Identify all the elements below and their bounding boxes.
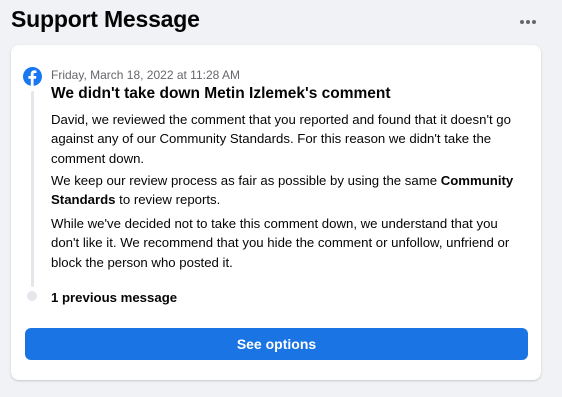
facebook-logo-icon [23,67,42,86]
message-paragraph-2: We keep our review process as fair as po… [51,171,529,210]
previous-messages-link[interactable]: 1 previous message [51,290,177,305]
message-headline: We didn't take down Metin Izlemek's comm… [51,85,391,102]
message-card: Friday, March 18, 2022 at 11:28 AM We di… [11,45,541,380]
message-paragraph-1: David, we reviewed the comment that you … [51,112,511,166]
more-options-button[interactable] [516,12,540,32]
message-timestamp: Friday, March 18, 2022 at 11:28 AM [51,68,240,82]
message-paragraph-3: While we've decided not to take this com… [51,216,510,270]
timeline-dot [27,291,37,301]
more-horizontal-icon [520,20,536,24]
see-options-button[interactable]: See options [25,328,528,360]
timeline-line [31,91,34,287]
paragraph-2-text-end: to review reports. [115,192,221,208]
paragraph-2-text-start: We keep our review process as fair as po… [51,173,441,188]
page-title: Support Message [11,6,200,32]
